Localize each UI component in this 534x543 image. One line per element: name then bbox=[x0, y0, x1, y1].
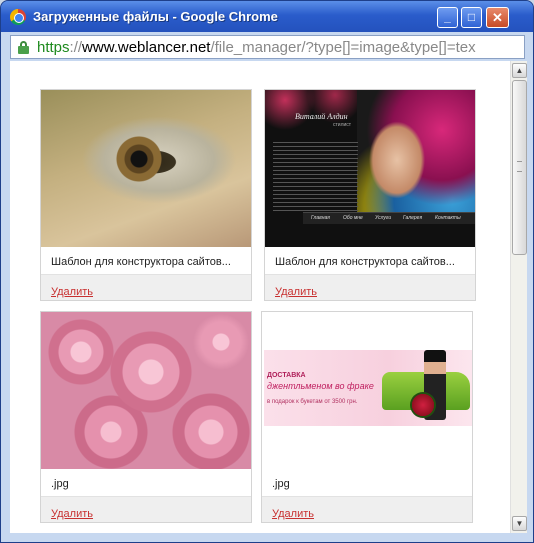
file-card: .jpg Удалить bbox=[40, 311, 252, 523]
file-card: Шаблон для конструктора сайтов... Удалит… bbox=[40, 89, 252, 301]
file-thumbnail[interactable] bbox=[41, 90, 251, 247]
template-name: Виталий Алдин bbox=[295, 112, 348, 121]
template-menu-item: Обо мне bbox=[343, 215, 363, 221]
banner-line1: ДОСТАВКА bbox=[267, 372, 306, 379]
delete-link[interactable]: Удалить bbox=[275, 286, 317, 298]
url-separator: :// bbox=[69, 39, 83, 56]
maximize-button[interactable]: □ bbox=[461, 7, 482, 28]
url-host: www.weblancer.net bbox=[82, 39, 211, 56]
file-card: ДОСТАВКА джентльменом во фраке в подарок… bbox=[261, 311, 473, 523]
template-menu-item: Галерея bbox=[403, 215, 423, 221]
file-caption: Шаблон для конструктора сайтов... bbox=[275, 256, 455, 268]
address-bar[interactable]: https://www.weblancer.net/file_manager/?… bbox=[10, 35, 525, 59]
file-caption: Шаблон для конструктора сайтов... bbox=[51, 256, 231, 268]
banner-line2: джентльменом во фраке bbox=[267, 381, 374, 391]
window-title: Загруженные файлы - Google Chrome bbox=[33, 9, 278, 24]
file-actions: Удалить bbox=[262, 496, 472, 522]
delete-link[interactable]: Удалить bbox=[51, 508, 93, 520]
url-scheme: https bbox=[37, 39, 70, 56]
template-model-photo bbox=[357, 90, 475, 222]
file-actions: Удалить bbox=[265, 274, 475, 300]
template-menu-item: Главная bbox=[311, 215, 330, 221]
url-text[interactable]: https://www.weblancer.net/file_manager/?… bbox=[37, 39, 522, 56]
delete-link[interactable]: Удалить bbox=[51, 286, 93, 298]
template-menu-item: Услуги bbox=[375, 215, 392, 221]
template-subtitle: стилист bbox=[333, 122, 352, 128]
banner-line3: в подарок к букетам от 3500 грн. bbox=[267, 399, 358, 405]
banner-bouquet bbox=[410, 392, 436, 418]
file-actions: Удалить bbox=[41, 274, 251, 300]
file-caption: .jpg bbox=[272, 478, 290, 490]
file-thumbnail[interactable]: Виталий Алдин стилист Главная Обо мне Ус… bbox=[265, 90, 475, 247]
lock-icon bbox=[18, 41, 29, 54]
template-menu: Главная Обо мне Услуги Галерея Контакты bbox=[303, 212, 475, 224]
title-bar[interactable]: Загруженные файлы - Google Chrome _ □ ✕ bbox=[1, 1, 533, 32]
close-button[interactable]: ✕ bbox=[486, 7, 509, 28]
file-caption: .jpg bbox=[51, 478, 69, 490]
file-thumbnail[interactable] bbox=[41, 312, 251, 469]
file-manager: Шаблон для конструктора сайтов... Удалит… bbox=[10, 61, 510, 533]
scroll-down-arrow-icon[interactable]: ▼ bbox=[512, 516, 527, 531]
minimize-button[interactable]: _ bbox=[437, 7, 458, 28]
file-card: Виталий Алдин стилист Главная Обо мне Ус… bbox=[264, 89, 476, 301]
file-actions: Удалить bbox=[41, 496, 251, 522]
scrollbar-thumb[interactable] bbox=[512, 80, 527, 255]
chrome-icon bbox=[10, 9, 26, 25]
url-path: /file_manager/?type[]=image&type[]=tex bbox=[210, 39, 476, 56]
delivery-banner: ДОСТАВКА джентльменом во фраке в подарок… bbox=[264, 350, 472, 426]
template-text-block bbox=[273, 142, 358, 212]
browser-window: Загруженные файлы - Google Chrome _ □ ✕ … bbox=[0, 0, 534, 543]
file-thumbnail[interactable]: ДОСТАВКА джентльменом во фраке в подарок… bbox=[262, 312, 472, 469]
vertical-scrollbar[interactable]: ▲ ▼ bbox=[510, 61, 527, 533]
scroll-up-arrow-icon[interactable]: ▲ bbox=[512, 63, 527, 78]
template-menu-item: Контакты bbox=[435, 215, 461, 221]
delete-link[interactable]: Удалить bbox=[272, 508, 314, 520]
